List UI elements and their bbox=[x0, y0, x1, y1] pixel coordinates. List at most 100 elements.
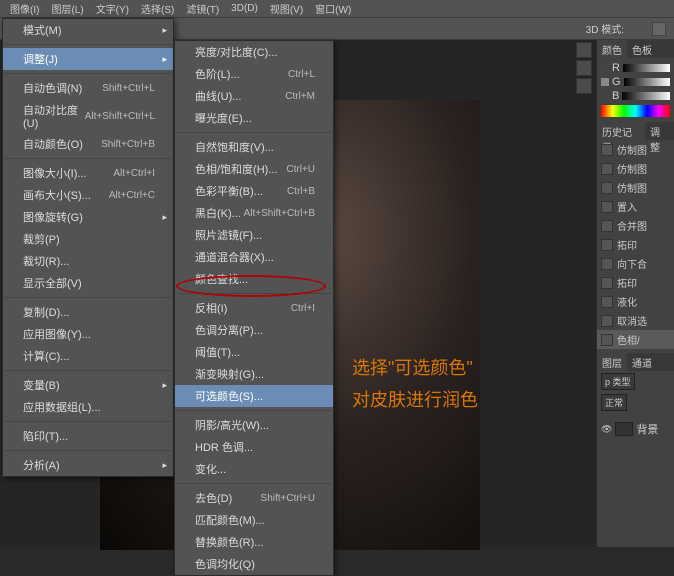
menu-item-label: 替换颜色(R)... bbox=[195, 534, 263, 550]
adjustments-menu-item[interactable]: 黑白(K)...Alt+Shift+Ctrl+B bbox=[175, 202, 333, 224]
adjustments-menu-item[interactable]: 色调分离(P)... bbox=[175, 319, 333, 341]
history-label: 液化 bbox=[617, 294, 637, 309]
image-menu-item[interactable]: 自动颜色(O)Shift+Ctrl+B bbox=[3, 133, 173, 155]
panel-icon[interactable] bbox=[576, 42, 592, 58]
adjustments-menu-item[interactable]: 匹配颜色(M)... bbox=[175, 509, 333, 531]
b-slider[interactable] bbox=[622, 92, 670, 100]
adjustments-menu-item[interactable]: 阴影/高光(W)... bbox=[175, 414, 333, 436]
adjustments-menu-item[interactable]: 反相(I)Ctrl+I bbox=[175, 297, 333, 319]
adjustments-menu-item[interactable]: 渐变映射(G)... bbox=[175, 363, 333, 385]
tab-swatches[interactable]: 色板 bbox=[627, 40, 657, 58]
image-menu-item[interactable]: 调整(J) bbox=[3, 48, 173, 70]
adjustments-menu-item[interactable]: 曲线(U)...Ctrl+M bbox=[175, 85, 333, 107]
blend-mode-dropdown[interactable]: 正常 bbox=[601, 394, 627, 411]
menu-shortcut: Alt+Shift+Ctrl+L bbox=[85, 111, 155, 122]
tab-channels[interactable]: 通道 bbox=[627, 353, 657, 371]
right-panels: 颜色 色板 R G B 历史记录 调整 仿制图仿制图仿制图置入合并图拓印向下合拓… bbox=[596, 40, 674, 547]
adjustments-menu-item[interactable]: 色彩平衡(B)...Ctrl+B bbox=[175, 180, 333, 202]
adjustments-menu-item[interactable]: 自然饱和度(V)... bbox=[175, 136, 333, 158]
image-menu-item[interactable]: 应用数据组(L)... bbox=[3, 396, 173, 418]
menu-3d[interactable]: 3D(D) bbox=[225, 1, 264, 16]
menu-text[interactable]: 文字(Y) bbox=[90, 0, 135, 18]
menu-item-label: 自然饱和度(V)... bbox=[195, 139, 274, 155]
image-menu-item[interactable]: 自动对比度(U)Alt+Shift+Ctrl+L bbox=[3, 99, 173, 133]
image-menu-item[interactable]: 计算(C)... bbox=[3, 345, 173, 367]
adjustments-menu-item[interactable]: 色阶(L)...Ctrl+L bbox=[175, 63, 333, 85]
adjustments-menu-item[interactable]: 色相/饱和度(H)...Ctrl+U bbox=[175, 158, 333, 180]
image-menu-item[interactable]: 陷印(T)... bbox=[3, 425, 173, 447]
history-item[interactable]: 合并图 bbox=[597, 216, 674, 235]
menu-item-label: 亮度/对比度(C)... bbox=[195, 44, 278, 60]
tab-adjustments[interactable]: 调整 bbox=[645, 122, 674, 140]
menu-item-label: HDR 色调... bbox=[195, 439, 253, 455]
r-slider[interactable] bbox=[623, 64, 670, 72]
tab-history[interactable]: 历史记录 bbox=[597, 122, 645, 140]
image-menu-item[interactable]: 复制(D)... bbox=[3, 301, 173, 323]
image-menu-item[interactable]: 裁切(R)... bbox=[3, 250, 173, 272]
history-item[interactable]: 取消选 bbox=[597, 311, 674, 330]
eye-icon[interactable]: 👁 bbox=[601, 424, 612, 435]
image-menu-item[interactable]: 图像大小(I)...Alt+Ctrl+I bbox=[3, 162, 173, 184]
history-item[interactable]: 拓印 bbox=[597, 235, 674, 254]
menu-layer[interactable]: 图层(L) bbox=[45, 0, 89, 18]
layer-filter-dropdown[interactable]: p 类型 bbox=[601, 373, 635, 390]
history-label: 向下合 bbox=[617, 256, 647, 271]
image-menu-item[interactable]: 图像旋转(G) bbox=[3, 206, 173, 228]
image-menu-item[interactable]: 裁剪(P) bbox=[3, 228, 173, 250]
adjustments-menu-item[interactable]: 替换颜色(R)... bbox=[175, 531, 333, 553]
history-item[interactable]: 置入 bbox=[597, 197, 674, 216]
history-label: 拓印 bbox=[617, 237, 637, 252]
menu-item-label: 调整(J) bbox=[23, 51, 58, 67]
layer-thumbnail bbox=[615, 422, 633, 436]
history-label: 取消选 bbox=[617, 313, 647, 328]
menu-item-label: 色阶(L)... bbox=[195, 66, 240, 82]
history-item[interactable]: 液化 bbox=[597, 292, 674, 311]
adjustments-menu-item[interactable]: 照片滤镜(F)... bbox=[175, 224, 333, 246]
history-item[interactable]: 仿制图 bbox=[597, 159, 674, 178]
history-item[interactable]: 向下合 bbox=[597, 254, 674, 273]
mode-3d-icon[interactable] bbox=[652, 22, 666, 36]
image-menu-dropdown: 模式(M) 调整(J) 自动色调(N)Shift+Ctrl+L自动对比度(U)Alt… bbox=[2, 18, 174, 477]
adjustments-menu-item[interactable]: 阈值(T)... bbox=[175, 341, 333, 363]
menu-shortcut: Alt+Shift+Ctrl+B bbox=[244, 208, 315, 219]
adjustments-menu-item[interactable]: 变化... bbox=[175, 458, 333, 480]
adjustments-menu-item[interactable]: 颜色查找... bbox=[175, 268, 333, 290]
menu-item-label: 曝光度(E)... bbox=[195, 110, 252, 126]
adjustments-menu-item[interactable]: 曝光度(E)... bbox=[175, 107, 333, 129]
g-slider[interactable] bbox=[624, 78, 670, 86]
image-menu-item[interactable]: 变量(B) bbox=[3, 374, 173, 396]
image-menu-item[interactable]: 应用图像(Y)... bbox=[3, 323, 173, 345]
menu-item-label: 计算(C)... bbox=[23, 348, 69, 364]
tab-color[interactable]: 颜色 bbox=[597, 40, 627, 58]
color-r-row: R bbox=[597, 61, 674, 75]
tab-layers[interactable]: 图层 bbox=[597, 353, 627, 371]
history-item[interactable]: 仿制图 bbox=[597, 140, 674, 159]
image-menu-item[interactable]: 显示全部(V) bbox=[3, 272, 173, 294]
menu-item-label: 色相/饱和度(H)... bbox=[195, 161, 278, 177]
panel-icon[interactable] bbox=[576, 60, 592, 76]
image-menu-item[interactable]: 模式(M) bbox=[3, 19, 173, 41]
menu-image[interactable]: 图像(I) bbox=[4, 0, 45, 18]
hue-bar[interactable] bbox=[601, 105, 670, 117]
menu-window[interactable]: 窗口(W) bbox=[309, 0, 357, 18]
history-item[interactable]: 仿制图 bbox=[597, 178, 674, 197]
layer-row[interactable]: 👁 背景 bbox=[597, 419, 674, 439]
menu-item-label: 显示全部(V) bbox=[23, 275, 82, 291]
adjustments-menu-item[interactable]: 去色(D)Shift+Ctrl+U bbox=[175, 487, 333, 509]
adjustments-menu-item[interactable]: 亮度/对比度(C)... bbox=[175, 41, 333, 63]
adjustments-menu-item[interactable]: 可选颜色(S)... bbox=[175, 385, 333, 407]
adjustments-menu-item[interactable]: 色调均化(Q) bbox=[175, 553, 333, 575]
adjustments-menu-item[interactable]: 通道混合器(X)... bbox=[175, 246, 333, 268]
adjustments-menu-item[interactable]: HDR 色调... bbox=[175, 436, 333, 458]
panel-icon[interactable] bbox=[576, 78, 592, 94]
menu-filter[interactable]: 滤镜(T) bbox=[180, 0, 225, 18]
history-item[interactable]: 色相/ bbox=[597, 330, 674, 349]
menu-select[interactable]: 选择(S) bbox=[135, 0, 180, 18]
image-menu-item[interactable]: 自动色调(N)Shift+Ctrl+L bbox=[3, 77, 173, 99]
image-menu-item[interactable]: 分析(A) bbox=[3, 454, 173, 476]
menu-item-label: 阈值(T)... bbox=[195, 344, 240, 360]
history-item[interactable]: 拓印 bbox=[597, 273, 674, 292]
history-thumb-icon bbox=[601, 220, 613, 232]
image-menu-item[interactable]: 画布大小(S)...Alt+Ctrl+C bbox=[3, 184, 173, 206]
menu-view[interactable]: 视图(V) bbox=[264, 0, 309, 18]
